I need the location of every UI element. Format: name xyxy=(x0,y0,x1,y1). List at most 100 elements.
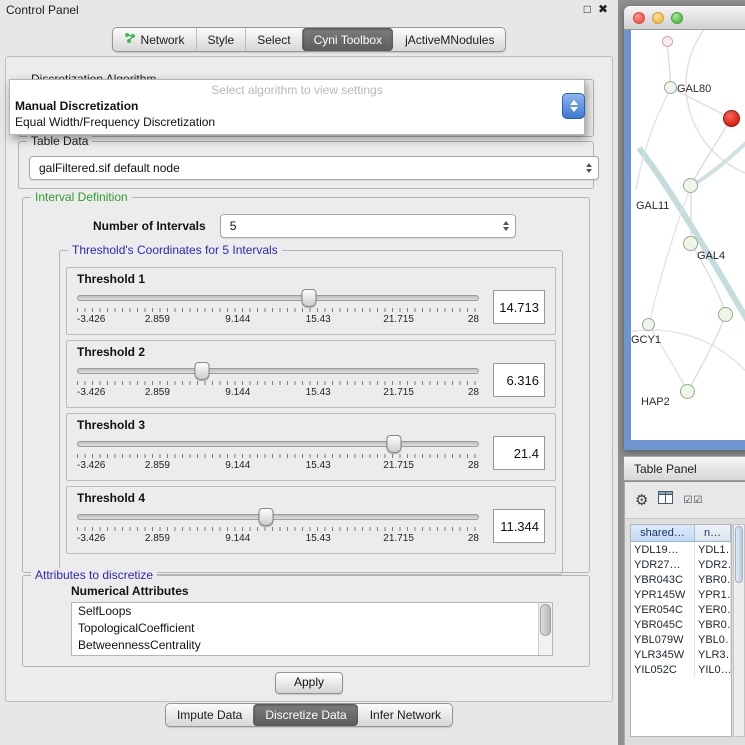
tab-network[interactable]: Network xyxy=(113,28,196,51)
network-node[interactable] xyxy=(683,178,698,193)
column-header-name[interactable]: n… xyxy=(695,525,731,542)
algorithm-dropdown-popup: Select algorithm to view settings Manual… xyxy=(9,79,585,135)
interval-definition-group: Interval Definition Number of Intervals … xyxy=(22,197,590,573)
network-node[interactable] xyxy=(718,307,733,322)
gear-icon[interactable]: ⚙ xyxy=(635,493,648,508)
threshold-panel-1: Threshold 1 -3.426 2.859 9.144 15.43 xyxy=(66,267,556,335)
checkbox-filter-icons[interactable]: ☑☑ xyxy=(683,495,703,506)
network-node[interactable] xyxy=(662,36,673,47)
num-intervals-combo[interactable]: 5 xyxy=(220,214,516,238)
network-node-selected[interactable] xyxy=(723,110,740,127)
tab-discretize-data[interactable]: Discretize Data xyxy=(253,704,357,726)
slider-thumb[interactable] xyxy=(194,362,209,380)
network-tab-icon xyxy=(124,32,136,47)
table-scrollbar[interactable] xyxy=(733,524,745,737)
node-label: GCY1 xyxy=(631,334,661,346)
slider-thumb[interactable] xyxy=(258,508,273,526)
threshold-label: Threshold 4 xyxy=(77,491,545,505)
threshold-2-value[interactable]: 6.316 xyxy=(493,363,545,397)
list-item[interactable]: SelfLoops xyxy=(72,603,538,620)
threshold-panel-3: Threshold 3 -3.426 2.859 9.144 15.43 xyxy=(66,413,556,481)
slider-track[interactable] xyxy=(77,295,479,301)
minimize-traffic-light-icon[interactable] xyxy=(652,12,664,24)
combo-arrows-icon xyxy=(503,221,509,231)
slider-thumb[interactable] xyxy=(387,435,402,453)
node-label: GAL4 xyxy=(697,250,725,262)
tab-jactivemnodules[interactable]: jActiveMNodules xyxy=(393,28,505,51)
slider-ticks xyxy=(77,308,479,312)
list-item[interactable]: TopologicalCoefficient xyxy=(72,620,538,637)
slider-track[interactable] xyxy=(77,368,479,374)
close-icon[interactable]: ✖ xyxy=(598,2,608,16)
tab-style[interactable]: Style xyxy=(196,28,246,51)
table-row[interactable]: YLR345WYLR3… xyxy=(631,647,731,662)
algorithm-combo-stepper[interactable] xyxy=(562,93,585,119)
tab-cyni-toolbox[interactable]: Cyni Toolbox xyxy=(302,28,393,51)
cyni-toolbox-panel: Discretization Algorithm Select algorith… xyxy=(5,56,613,702)
threshold-panel-4: Threshold 4 -3.426 2.859 9.144 15.43 xyxy=(66,486,556,554)
attributes-group: Attributes to discretize Numerical Attri… xyxy=(22,575,590,667)
group-label: Attributes to discretize xyxy=(31,568,157,582)
tab-label: Network xyxy=(141,33,185,47)
node-table: shared… n… YDL19…YDL1… YDR27…YDR2… YBR04… xyxy=(630,524,732,737)
node-label: GAL11 xyxy=(636,200,669,212)
popup-item-manual-discretization[interactable]: Manual Discretization xyxy=(10,98,584,114)
combo-value: galFiltered.sif default node xyxy=(39,161,180,175)
slider-track[interactable] xyxy=(77,441,479,447)
network-node[interactable] xyxy=(680,384,695,399)
float-window-icon[interactable]: □ xyxy=(584,2,591,16)
slider-ticks xyxy=(77,381,479,385)
table-row[interactable]: YBR045CYBR0… xyxy=(631,617,731,632)
apply-button[interactable]: Apply xyxy=(275,672,343,694)
slider-track[interactable] xyxy=(77,514,479,520)
popup-item-equal-width[interactable]: Equal Width/Frequency Discretization xyxy=(10,114,584,130)
tab-select[interactable]: Select xyxy=(245,28,301,51)
table-row[interactable]: YER054CYER0… xyxy=(631,602,731,617)
stepper-down-icon xyxy=(570,107,578,112)
tab-impute-data[interactable]: Impute Data xyxy=(166,704,253,726)
network-canvas[interactable]: GAL80 GAL11 GAL4 GCY1 HAP2 xyxy=(631,30,745,440)
thresholds-group: Threshold's Coordinates for 5 Intervals … xyxy=(59,250,563,575)
threshold-3-slider[interactable]: -3.426 2.859 9.144 15.43 21.715 28 xyxy=(77,434,479,478)
table-data-combo[interactable]: galFiltered.sif default node xyxy=(29,156,599,180)
slider-scale: -3.426 2.859 9.144 15.43 21.715 28 xyxy=(77,314,479,326)
scrollbar-thumb[interactable] xyxy=(735,526,743,583)
network-window-titlebar[interactable] xyxy=(624,6,745,30)
group-label: Interval Definition xyxy=(31,190,132,204)
table-row[interactable]: YIL052CYIL0… xyxy=(631,662,731,677)
slider-ticks xyxy=(77,527,479,531)
top-tab-bar: Network Style Select Cyni Toolbox jActiv… xyxy=(0,27,618,52)
close-traffic-light-icon[interactable] xyxy=(633,12,645,24)
zoom-traffic-light-icon[interactable] xyxy=(671,12,683,24)
threshold-4-value[interactable]: 11.344 xyxy=(493,509,545,543)
attributes-list: SelfLoops TopologicalCoefficient Between… xyxy=(71,602,553,656)
threshold-1-slider[interactable]: -3.426 2.859 9.144 15.43 21.715 28 xyxy=(77,288,479,332)
network-view-window: GAL80 GAL11 GAL4 GCY1 HAP2 xyxy=(624,6,745,450)
network-node[interactable] xyxy=(664,81,677,94)
table-row[interactable]: YPR145WYPR1… xyxy=(631,587,731,602)
table-row[interactable]: YBR043CYBR0… xyxy=(631,572,731,587)
threshold-4-slider[interactable]: -3.426 2.859 9.144 15.43 21.715 28 xyxy=(77,507,479,551)
list-item[interactable]: BetweennessCentrality xyxy=(72,637,538,654)
numerical-attributes-label: Numerical Attributes xyxy=(71,584,189,598)
scrollbar-thumb[interactable] xyxy=(540,604,551,636)
control-panel: Control Panel □ ✖ Network Style Select C… xyxy=(0,0,618,745)
threshold-2-slider[interactable]: -3.426 2.859 9.144 15.43 21.715 28 xyxy=(77,361,479,405)
columns-icon[interactable] xyxy=(658,491,673,509)
column-header-shared-name[interactable]: shared… xyxy=(631,525,695,542)
group-label: Threshold's Coordinates for 5 Intervals xyxy=(68,243,282,257)
network-node[interactable] xyxy=(642,318,655,331)
attributes-scrollbar[interactable] xyxy=(538,603,552,655)
threshold-3-value[interactable]: 21.4 xyxy=(493,436,545,470)
network-node[interactable] xyxy=(683,236,698,251)
table-panel-header: Table Panel xyxy=(624,456,745,481)
panel-title: Control Panel xyxy=(6,3,79,17)
threshold-1-value[interactable]: 14.713 xyxy=(493,290,545,324)
table-row[interactable]: YDL19…YDL1… xyxy=(631,542,731,557)
table-row[interactable]: YBL079WYBL0… xyxy=(631,632,731,647)
tab-infer-network[interactable]: Infer Network xyxy=(358,704,452,726)
table-row[interactable]: YDR27…YDR2… xyxy=(631,557,731,572)
slider-thumb[interactable] xyxy=(301,289,316,307)
table-data-group: Table Data galFiltered.sif default node xyxy=(18,141,594,189)
combo-arrows-icon xyxy=(586,163,592,173)
